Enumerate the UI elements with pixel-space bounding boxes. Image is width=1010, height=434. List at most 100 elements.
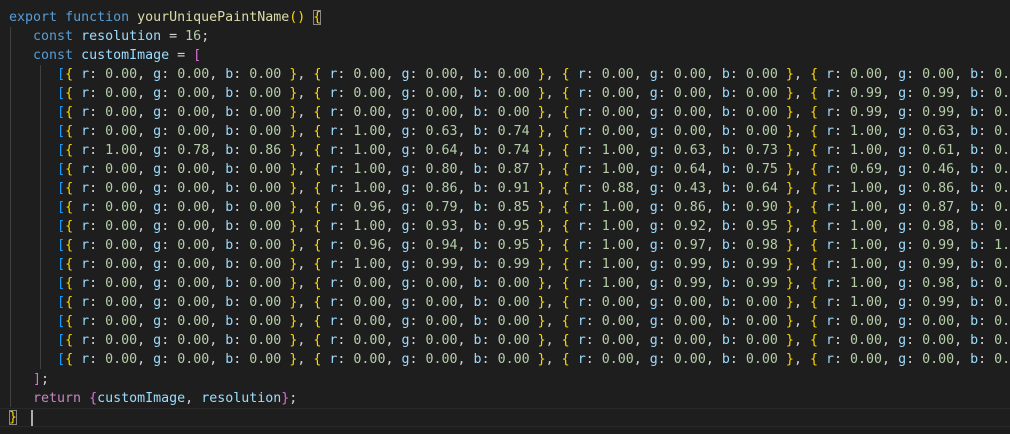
- channel-b-key: b: [721, 86, 730, 101]
- channel-g-value: 0.00: [673, 105, 706, 120]
- pixel-open-brace: {: [809, 238, 818, 253]
- channel-r-key: r: [81, 295, 90, 310]
- channel-r-value: 0.00: [353, 105, 386, 120]
- channel-g-value: 0.00: [673, 333, 706, 348]
- channel-r-value: 1.00: [850, 276, 883, 291]
- channel-b-value: 0.00: [249, 276, 282, 291]
- channel-g-key: g: [153, 314, 162, 329]
- pixel-row[interactable]: [{ r: 0.00, g: 0.00, b: 0.00 }, { r: 0.9…: [9, 236, 1010, 255]
- pixel-row[interactable]: [{ r: 0.00, g: 0.00, b: 0.00 }, { r: 0.0…: [9, 350, 1010, 369]
- channel-b-value: 0.98: [745, 238, 778, 253]
- pixel-row[interactable]: [{ r: 0.00, g: 0.00, b: 0.00 }, { r: 1.0…: [9, 179, 1010, 198]
- row-open-bracket: [: [57, 219, 66, 234]
- channel-r-value: 0.00: [601, 124, 634, 139]
- channel-r-key: r: [577, 257, 586, 272]
- code-line-array-close[interactable]: ];: [9, 370, 49, 389]
- channel-b-value: 0.99: [994, 86, 1010, 101]
- channel-r-value: 1.00: [850, 295, 883, 310]
- channel-b-key: b: [970, 86, 979, 101]
- pixel-row[interactable]: [{ r: 0.00, g: 0.00, b: 0.00 }, { r: 0.0…: [9, 293, 1010, 312]
- code-line-return[interactable]: return {customImage, resolution};: [9, 389, 297, 408]
- channel-r-key: r: [577, 333, 586, 348]
- pixel-row[interactable]: [{ r: 0.00, g: 0.00, b: 0.00 }, { r: 1.0…: [9, 160, 1010, 179]
- channel-g-key: g: [898, 67, 907, 82]
- channel-b-value: 0.00: [497, 276, 530, 291]
- channel-g-value: 0.86: [425, 181, 458, 196]
- channel-g-value: 0.93: [425, 219, 458, 234]
- channel-g-value: 0.00: [673, 124, 706, 139]
- pixel-row[interactable]: [{ r: 0.00, g: 0.00, b: 0.00 }, { r: 1.0…: [9, 255, 1010, 274]
- channel-g-value: 0.00: [425, 86, 458, 101]
- channel-r-key: r: [81, 143, 90, 158]
- return-keyword: return: [33, 391, 82, 406]
- pixel-open-brace: {: [561, 105, 570, 120]
- code-editor[interactable]: export function yourUniquePaintName() { …: [0, 0, 1010, 434]
- array-close-bracket: ]: [33, 372, 42, 387]
- channel-g-key: g: [153, 86, 162, 101]
- pixel-close-brace: }: [785, 219, 794, 234]
- pixel-open-brace: {: [65, 143, 74, 158]
- channel-g-value: 0.00: [177, 86, 210, 101]
- channel-r-value: 0.00: [850, 67, 883, 82]
- channel-b-value: 0.87: [497, 162, 530, 177]
- channel-g-value: 0.00: [177, 67, 210, 82]
- channel-g-key: g: [153, 162, 162, 177]
- pixel-row[interactable]: [{ r: 0.00, g: 0.00, b: 0.00 }, { r: 0.0…: [9, 65, 1010, 84]
- channel-b-key: b: [473, 162, 482, 177]
- pixel-open-brace: {: [65, 333, 74, 348]
- pixel-row[interactable]: [{ r: 0.00, g: 0.00, b: 0.00 }, { r: 1.0…: [9, 217, 1010, 236]
- channel-b-value: 0.00: [994, 67, 1010, 82]
- channel-g-value: 0.00: [177, 181, 210, 196]
- pixel-row[interactable]: [{ r: 1.00, g: 0.78, b: 0.86 }, { r: 1.0…: [9, 141, 1010, 160]
- channel-r-value: 1.00: [850, 181, 883, 196]
- channel-g-key: g: [898, 105, 907, 120]
- channel-r-key: r: [577, 276, 586, 291]
- channel-b-key: b: [721, 105, 730, 120]
- channel-b-key: b: [473, 314, 482, 329]
- pixel-open-brace: {: [561, 333, 570, 348]
- pixel-row[interactable]: [{ r: 0.00, g: 0.00, b: 0.00 }, { r: 0.0…: [9, 331, 1010, 350]
- channel-b-value: 0.86: [249, 143, 282, 158]
- channel-b-value: 0.00: [249, 314, 282, 329]
- channel-r-value: 0.96: [353, 238, 386, 253]
- pixel-row[interactable]: [{ r: 0.00, g: 0.00, b: 0.00 }, { r: 0.0…: [9, 274, 1010, 293]
- pixel-close-brace: }: [537, 162, 546, 177]
- function-keyword: function: [65, 10, 130, 25]
- channel-r-value: 1.00: [601, 200, 634, 215]
- channel-b-value: 0.00: [497, 86, 530, 101]
- channel-b-value: 0.00: [249, 162, 282, 177]
- pixel-row[interactable]: [{ r: 0.00, g: 0.00, b: 0.00 }, { r: 0.0…: [9, 312, 1010, 331]
- pixel-open-brace: {: [809, 314, 818, 329]
- code-line-custom-image[interactable]: const customImage = [: [9, 46, 201, 65]
- channel-r-key: r: [825, 238, 834, 253]
- channel-g-value: 0.79: [425, 200, 458, 215]
- pixel-open-brace: {: [65, 276, 74, 291]
- channel-g-key: g: [649, 295, 658, 310]
- channel-r-value: 0.00: [105, 314, 138, 329]
- pixel-close-brace: }: [537, 124, 546, 139]
- return-resolution: resolution: [201, 391, 282, 406]
- channel-r-key: r: [825, 276, 834, 291]
- channel-r-key: r: [577, 105, 586, 120]
- pixel-close-brace: }: [785, 200, 794, 215]
- code-line-resolution[interactable]: const resolution = 16;: [9, 27, 209, 46]
- pixel-row[interactable]: [{ r: 0.00, g: 0.00, b: 0.00 }, { r: 0.0…: [9, 103, 1010, 122]
- pixel-open-brace: {: [65, 314, 74, 329]
- channel-b-key: b: [970, 238, 979, 253]
- pixel-open-brace: {: [561, 162, 570, 177]
- channel-r-key: r: [825, 143, 834, 158]
- channel-r-value: 1.00: [105, 143, 138, 158]
- pixel-row[interactable]: [{ r: 0.00, g: 0.00, b: 0.00 }, { r: 0.9…: [9, 198, 1010, 217]
- code-line-function-close[interactable]: }: [9, 408, 18, 427]
- const-keyword: const: [33, 48, 74, 63]
- pixel-row[interactable]: [{ r: 0.00, g: 0.00, b: 0.00 }, { r: 1.0…: [9, 122, 1010, 141]
- pixel-close-brace: }: [785, 333, 794, 348]
- channel-g-value: 0.00: [922, 67, 955, 82]
- code-line-function-declaration[interactable]: export function yourUniquePaintName() {: [9, 8, 322, 27]
- channel-r-value: 0.00: [353, 276, 386, 291]
- channel-r-key: r: [825, 352, 834, 367]
- channel-g-key: g: [649, 143, 658, 158]
- channel-r-value: 0.00: [105, 200, 138, 215]
- channel-g-key: g: [649, 67, 658, 82]
- pixel-row[interactable]: [{ r: 0.00, g: 0.00, b: 0.00 }, { r: 0.0…: [9, 84, 1010, 103]
